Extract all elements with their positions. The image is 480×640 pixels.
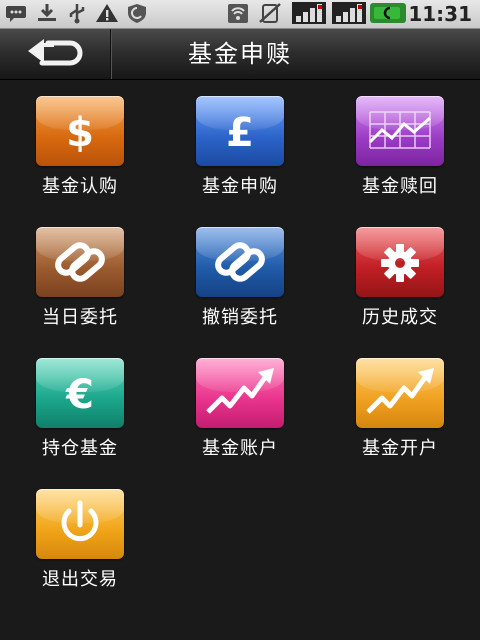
svg-text:$: $ bbox=[66, 110, 94, 156]
menu-icon-box: € bbox=[36, 358, 124, 428]
signal-icon bbox=[292, 2, 326, 24]
dollar-icon: $ bbox=[66, 110, 94, 156]
menu-item-fund-subscribe[interactable]: $ 基金认购 bbox=[11, 80, 141, 197]
menu-item-fund-account[interactable]: 基金账户 bbox=[171, 342, 301, 459]
menu-item-label: 基金认购 bbox=[42, 176, 118, 197]
chart-grid-icon bbox=[368, 111, 431, 149]
svg-text:£: £ bbox=[226, 110, 254, 156]
menu-item-history-trades[interactable]: 历史成交 bbox=[331, 211, 461, 328]
page-title: 基金申赎 bbox=[188, 40, 292, 68]
menu-item-exit-trading[interactable]: 退出交易 bbox=[11, 473, 141, 590]
warning-icon bbox=[96, 4, 118, 22]
menu-item-fund-purchase[interactable]: £ 基金申购 bbox=[171, 80, 301, 197]
no-sim-icon bbox=[259, 3, 281, 23]
menu-icon-box bbox=[196, 227, 284, 297]
download-icon bbox=[38, 4, 56, 21]
menu-item-label: 当日委托 bbox=[42, 307, 118, 328]
menu-icon-box bbox=[356, 227, 444, 297]
title-bar: 基金申赎 bbox=[0, 29, 480, 80]
menu-item-holdings[interactable]: € 持仓基金 bbox=[11, 342, 141, 459]
menu-item-today-orders[interactable]: 当日委托 bbox=[11, 211, 141, 328]
menu-item-label: 基金账户 bbox=[202, 438, 278, 459]
signal-2-icon bbox=[332, 2, 366, 24]
back-arrow-icon bbox=[28, 39, 83, 66]
gear-icon bbox=[381, 244, 419, 282]
menu-item-cancel-orders[interactable]: 撤销委托 bbox=[171, 211, 301, 328]
status-bar: 11:31 bbox=[0, 0, 480, 29]
menu-item-label: 历史成交 bbox=[362, 307, 438, 328]
svg-text:€: € bbox=[65, 372, 94, 418]
shield-icon bbox=[128, 4, 146, 23]
menu-icon-box bbox=[356, 358, 444, 428]
euro-icon: € bbox=[65, 372, 94, 418]
menu-icon-box: $ bbox=[36, 96, 124, 166]
menu-icon-box bbox=[36, 489, 124, 559]
menu-item-label: 退出交易 bbox=[42, 569, 118, 590]
wifi-icon bbox=[228, 4, 248, 23]
menu-item-label: 基金申购 bbox=[202, 176, 278, 197]
menu-icon-box bbox=[356, 96, 444, 166]
trend-up-icon bbox=[206, 368, 274, 414]
pound-icon: £ bbox=[226, 110, 254, 156]
menu-icon-box bbox=[196, 358, 284, 428]
menu-item-label: 基金开户 bbox=[362, 438, 438, 459]
menu-item-label: 基金赎回 bbox=[362, 176, 438, 197]
menu-item-open-account[interactable]: 基金开户 bbox=[331, 342, 461, 459]
usb-icon bbox=[69, 4, 85, 24]
back-button[interactable] bbox=[0, 29, 111, 79]
power-icon bbox=[61, 500, 99, 542]
link-icon bbox=[55, 242, 105, 282]
menu-item-label: 持仓基金 bbox=[42, 438, 118, 459]
menu-grid: $ 基金认购 £ 基金申购 基金赎回 当日委托 撤销委托 历史成交 € 持仓基金… bbox=[0, 80, 480, 640]
clock: 11:31 bbox=[408, 2, 472, 26]
link-icon bbox=[215, 242, 265, 282]
trend-up-icon bbox=[366, 368, 434, 414]
menu-icon-box bbox=[36, 227, 124, 297]
menu-item-label: 撤销委托 bbox=[202, 307, 278, 328]
menu-item-fund-redeem[interactable]: 基金赎回 bbox=[331, 80, 461, 197]
sms-icon bbox=[6, 6, 26, 22]
battery-icon bbox=[370, 3, 406, 23]
menu-icon-box: £ bbox=[196, 96, 284, 166]
